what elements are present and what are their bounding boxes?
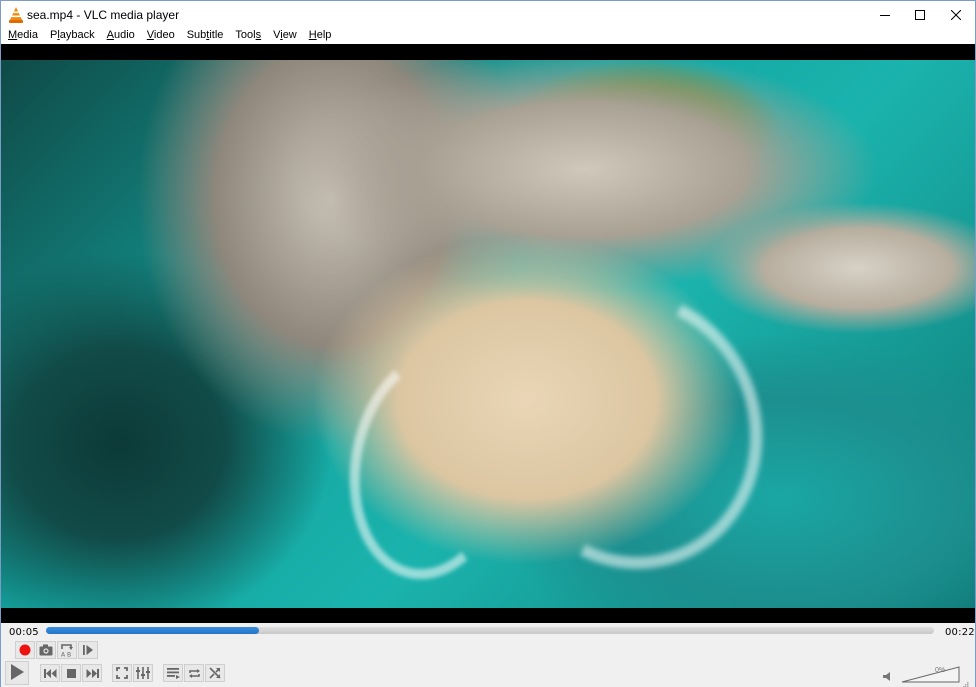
frame-step-icon (82, 644, 94, 656)
minimize-icon (880, 10, 890, 20)
next-icon (86, 668, 99, 678)
wave-foam (460, 253, 802, 607)
shuffle-icon (209, 667, 221, 679)
elapsed-time[interactable]: 00:05 (9, 627, 39, 638)
menu-playback[interactable]: Playback (44, 29, 101, 44)
record-button[interactable] (15, 641, 35, 659)
vlc-window: sea.mp4 - VLC media player Media Playbac… (0, 0, 976, 687)
extended-settings-button[interactable] (133, 664, 153, 682)
vlc-cone-icon (9, 7, 23, 23)
seek-bar[interactable] (46, 627, 934, 634)
svg-text:A B: A B (61, 652, 71, 658)
maximize-button[interactable] (902, 1, 938, 29)
wave-foam (332, 337, 530, 593)
snapshot-button[interactable] (36, 641, 56, 659)
maximize-icon (915, 10, 925, 20)
menu-media[interactable]: Media (1, 29, 44, 44)
menu-subtitle[interactable]: Subtitle (181, 29, 230, 44)
play-button[interactable] (5, 661, 29, 685)
control-panel: 00:05 00:22 A B 0% (1, 623, 975, 687)
resize-grip-icon[interactable] (963, 677, 969, 687)
close-button[interactable] (938, 1, 974, 29)
minimize-button[interactable] (867, 1, 903, 29)
next-button[interactable] (82, 664, 102, 682)
equalizer-icon (136, 667, 150, 679)
loop-ab-button[interactable]: A B (57, 641, 77, 659)
speaker-icon[interactable] (883, 670, 892, 684)
seek-progress (46, 627, 260, 634)
playlist-icon (166, 667, 180, 679)
video-output[interactable] (1, 44, 975, 623)
window-title: sea.mp4 - VLC media player (27, 8, 180, 22)
menu-view[interactable]: View (267, 29, 303, 44)
camera-icon (39, 644, 53, 656)
menu-video[interactable]: Video (141, 29, 181, 44)
title-bar: sea.mp4 - VLC media player (1, 1, 975, 29)
play-icon (10, 663, 24, 683)
menu-tools[interactable]: Tools (229, 29, 267, 44)
loop-ab-icon: A B (60, 643, 74, 657)
close-icon (951, 10, 961, 20)
menu-audio[interactable]: Audio (101, 29, 141, 44)
stop-button[interactable] (61, 664, 81, 682)
record-icon (19, 644, 31, 656)
stop-icon (66, 668, 76, 678)
playlist-button[interactable] (163, 664, 183, 682)
volume-control: 0% (881, 663, 971, 687)
volume-level: 0% (935, 667, 946, 674)
loop-button[interactable] (184, 664, 204, 682)
fullscreen-button[interactable] (112, 664, 132, 682)
fullscreen-icon (116, 667, 128, 679)
random-button[interactable] (205, 664, 225, 682)
previous-icon (43, 668, 57, 678)
loop-icon (188, 668, 201, 679)
total-time[interactable]: 00:22 (945, 627, 975, 638)
frame-step-button[interactable] (78, 641, 98, 659)
video-frame-beach[interactable] (1, 60, 975, 608)
menu-bar: Media Playback Audio Video Subtitle Tool… (1, 29, 975, 44)
menu-help[interactable]: Help (303, 29, 338, 44)
previous-button[interactable] (40, 664, 60, 682)
volume-slider[interactable]: 0% (901, 665, 961, 683)
